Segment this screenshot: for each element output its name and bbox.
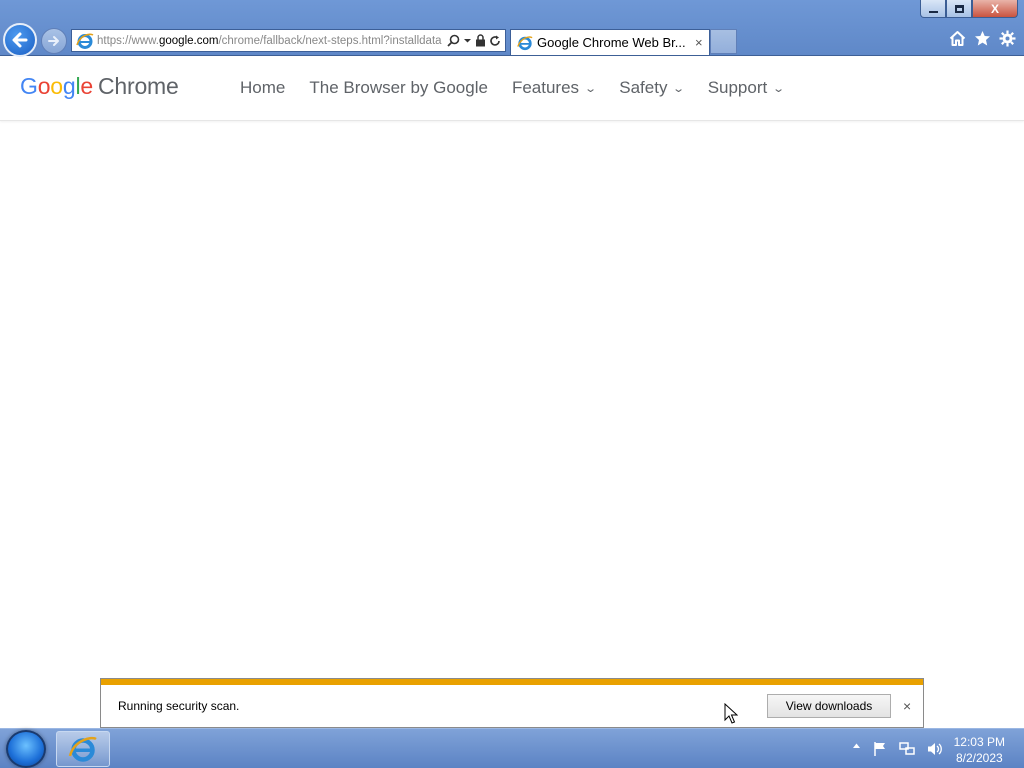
minimize-icon — [928, 10, 938, 13]
start-button[interactable] — [6, 730, 46, 768]
close-window-button[interactable]: X — [972, 0, 1018, 18]
star-icon[interactable] — [974, 30, 991, 47]
address-tools — [443, 34, 505, 47]
ie-page-icon — [76, 33, 94, 49]
window-controls: X — [920, 0, 1018, 18]
close-icon: X — [990, 1, 999, 16]
clock-date: 8/2/2023 — [955, 751, 1003, 765]
tab-google-chrome[interactable]: Google Chrome Web Br... × — [510, 29, 710, 55]
nav-features-label: Features — [511, 78, 580, 97]
minimize-button[interactable] — [920, 0, 946, 18]
maximize-button[interactable] — [946, 0, 972, 18]
nav-features[interactable]: Features ⌄ — [511, 78, 598, 98]
forward-arrow-icon — [48, 36, 59, 46]
view-downloads-button[interactable]: View downloads — [767, 694, 891, 718]
logo-letter: G — [20, 73, 38, 99]
logo-letter: e — [80, 73, 93, 99]
dropdown-icon[interactable] — [463, 36, 472, 45]
ie-tab-icon — [517, 35, 533, 50]
nav-home[interactable]: Home — [240, 78, 285, 98]
taskbar-internet-explorer[interactable] — [56, 731, 110, 767]
scan-progress-bar — [101, 679, 923, 685]
taskbar: 12:03 PM 8/2/2023 — [0, 728, 1024, 768]
system-tray — [852, 741, 943, 757]
restore-icon — [954, 4, 964, 13]
action-center-flag-icon[interactable] — [873, 741, 887, 757]
tab-close-icon[interactable]: × — [695, 35, 703, 50]
url-domain: google.com — [159, 34, 219, 47]
chevron-down-icon: ⌄ — [672, 82, 686, 95]
internet-explorer-icon — [68, 736, 97, 762]
network-icon[interactable] — [899, 741, 915, 757]
browser-toolbar: X https://www.google.com/chrome/fallback… — [0, 0, 1024, 57]
taskbar-clock[interactable]: 12:03 PM 8/2/2023 — [954, 734, 1005, 766]
logo-letter: g — [62, 73, 76, 99]
google-chrome-logo[interactable]: Google Chrome — [20, 73, 179, 100]
logo-product-name: Chrome — [98, 73, 179, 99]
logo-letter: o — [50, 73, 63, 99]
download-notification-bar: Running security scan. View downloads × — [100, 678, 924, 728]
logo-letter: o — [37, 73, 51, 99]
back-button[interactable] — [3, 23, 37, 57]
mouse-cursor-icon — [724, 703, 738, 724]
google-wordmark: Google — [20, 73, 93, 99]
command-icons — [949, 30, 1016, 47]
new-tab-button[interactable] — [710, 29, 737, 54]
show-hidden-icons-icon[interactable] — [852, 741, 861, 750]
nav-safety[interactable]: Safety ⌄ — [619, 78, 686, 98]
home-icon[interactable] — [949, 30, 966, 47]
site-header: Google Chrome Home The Browser by Google … — [0, 57, 1024, 121]
clock-time: 12:03 PM — [953, 735, 1005, 749]
chevron-down-icon: ⌄ — [584, 82, 598, 95]
notification-message: Running security scan. — [118, 699, 240, 713]
address-bar[interactable]: https://www.google.com/chrome/fallback/n… — [71, 29, 506, 52]
url-path: /chrome/fallback/next-steps.html?install… — [218, 34, 442, 47]
volume-icon[interactable] — [927, 741, 943, 757]
nav-browser-label: The Browser by Google — [309, 78, 488, 97]
back-arrow-icon — [12, 32, 28, 48]
chevron-down-icon: ⌄ — [772, 82, 786, 95]
nav-home-label: Home — [240, 78, 286, 97]
forward-button[interactable] — [41, 28, 67, 54]
address-url[interactable]: https://www.google.com/chrome/fallback/n… — [97, 35, 443, 47]
nav-support[interactable]: Support ⌄ — [707, 78, 786, 98]
notification-close-icon[interactable]: × — [903, 698, 911, 714]
tab-title: Google Chrome Web Br... — [537, 35, 686, 50]
nav-browser-by-google[interactable]: The Browser by Google — [309, 78, 488, 98]
lock-icon[interactable] — [475, 34, 486, 47]
nav-safety-label: Safety — [619, 78, 668, 97]
nav-support-label: Support — [707, 78, 768, 97]
refresh-icon[interactable] — [489, 35, 501, 47]
search-icon[interactable] — [447, 34, 460, 47]
main-nav: Home The Browser by Google Features ⌄ Saf… — [240, 78, 786, 98]
url-prefix: https://www. — [97, 34, 159, 47]
gear-icon[interactable] — [999, 30, 1016, 47]
